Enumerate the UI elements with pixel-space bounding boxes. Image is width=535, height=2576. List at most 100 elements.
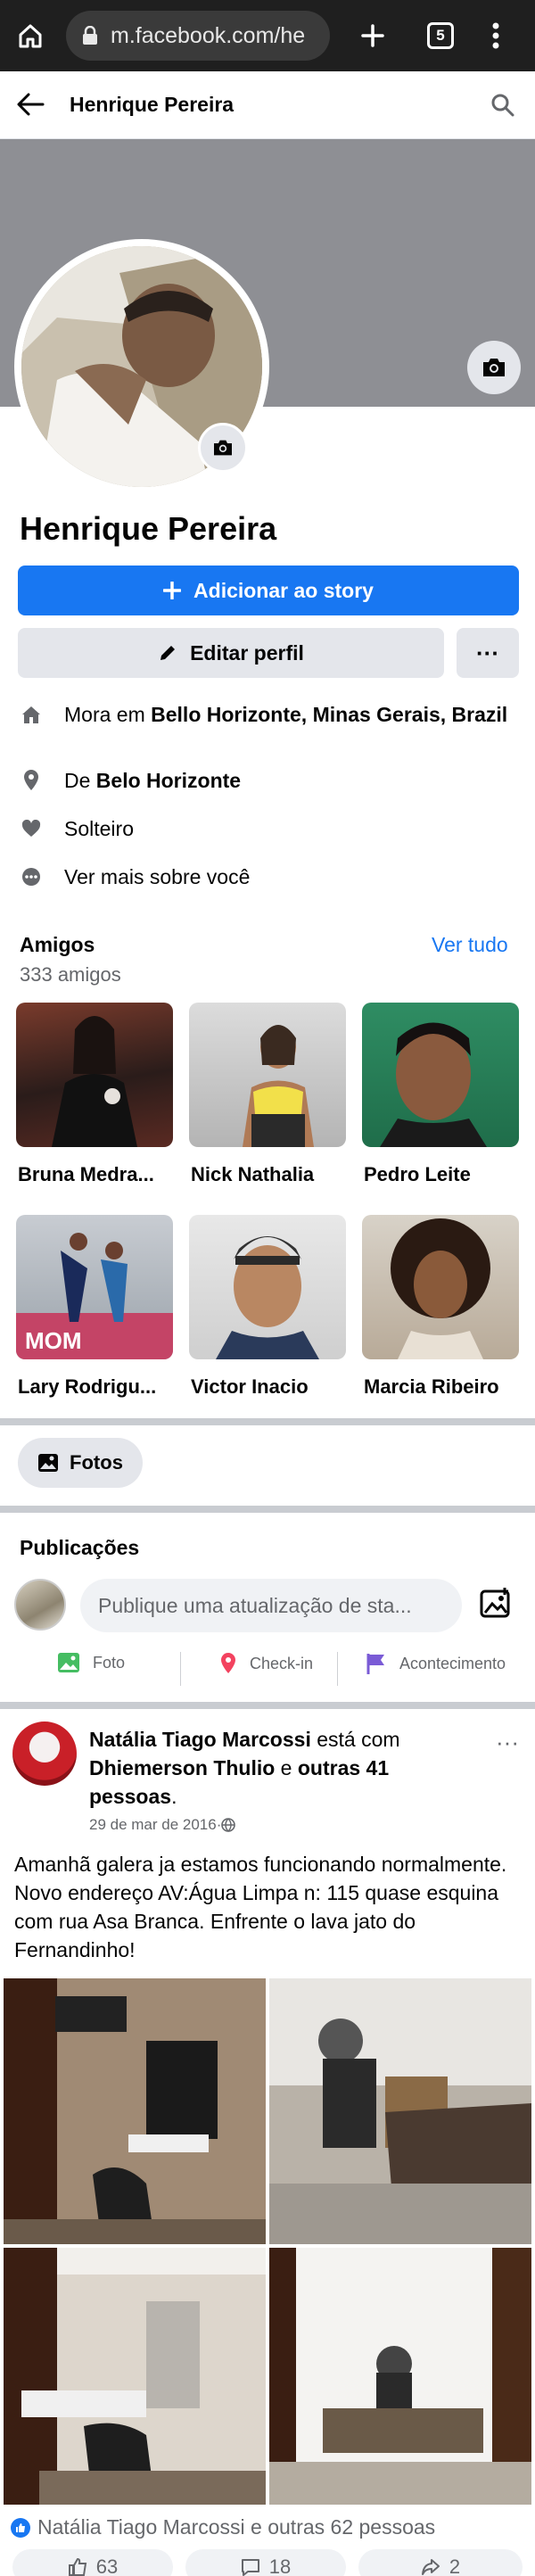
relationship-text: Solteiro — [64, 817, 134, 840]
info-see-more[interactable]: Ver mais sobre você — [20, 863, 519, 890]
like-count: 63 — [95, 2555, 119, 2576]
friend-photo[interactable]: MOM — [16, 1215, 173, 1359]
post-image[interactable] — [4, 1978, 266, 2244]
url-bar[interactable]: m.facebook.com/he — [66, 11, 330, 61]
checkin-action-label: Check-in — [250, 1654, 314, 1672]
friend-photo[interactable] — [189, 1215, 346, 1359]
reactions-text: Natália Tiago Marcossi e outras 62 pesso… — [37, 2515, 436, 2539]
action-separator — [337, 1652, 338, 1686]
location-pin-icon — [219, 1652, 237, 1675]
pencil-icon — [158, 643, 177, 663]
search-icon[interactable] — [490, 93, 515, 118]
friend-name[interactable]: Nick Nathalia — [191, 1163, 353, 1186]
action-separator — [180, 1652, 181, 1686]
browser-toolbar: m.facebook.com/he 5 — [0, 0, 535, 71]
post-image[interactable] — [269, 1978, 531, 2244]
composer-avatar — [14, 1579, 66, 1631]
post-more-button[interactable]: ··· — [496, 1729, 519, 1756]
share-icon — [421, 2557, 440, 2576]
post-and-text: e — [275, 1756, 298, 1779]
lives-in-text: Mora em Bello Horizonte, Minas Gerais, B… — [64, 701, 507, 728]
photos-button[interactable]: Fotos — [18, 1438, 143, 1488]
back-arrow-icon[interactable] — [16, 91, 45, 118]
location-pin-icon — [20, 767, 43, 794]
new-tab-icon[interactable] — [355, 18, 391, 54]
section-divider — [0, 1418, 535, 1425]
flag-icon — [366, 1652, 387, 1675]
edit-profile-label: Editar perfil — [190, 640, 304, 665]
post-author-avatar[interactable] — [12, 1721, 77, 1786]
friend-photo[interactable] — [16, 1003, 173, 1147]
share-count: 2 — [449, 2555, 461, 2576]
lock-icon — [82, 26, 98, 45]
add-photo-icon[interactable] — [478, 1586, 514, 1622]
lives-prefix: Mora em — [64, 703, 152, 726]
like-button[interactable]: 63 — [12, 2549, 173, 2576]
header-title: Henrique Pereira — [70, 93, 235, 116]
more-dots-icon — [20, 863, 43, 890]
checkin-action[interactable]: Check-in — [219, 1652, 313, 1675]
plus-icon — [163, 582, 182, 599]
menu-kebab-icon[interactable] — [478, 18, 514, 54]
edit-profile-button[interactable]: Editar perfil — [18, 628, 444, 678]
section-divider — [0, 1702, 535, 1709]
friend-photo[interactable] — [362, 1003, 519, 1147]
comment-count: 18 — [268, 2555, 292, 2576]
photo-action-label: Foto — [93, 1653, 126, 1672]
friend-name[interactable]: Bruna Medra... — [18, 1163, 180, 1186]
profile-name: Henrique Pereira — [20, 510, 277, 547]
post-header: Natália Tiago Marcossi está com Dhiemers… — [89, 1725, 482, 1811]
avatar-camera-button[interactable] — [198, 423, 248, 473]
more-options-button[interactable]: ··· — [457, 628, 519, 678]
reactions-summary[interactable]: Natália Tiago Marcossi e outras 62 pesso… — [11, 2515, 435, 2539]
comment-button[interactable]: 18 — [185, 2549, 346, 2576]
add-story-label: Adicionar ao story — [193, 578, 374, 602]
share-button[interactable]: 2 — [358, 2549, 523, 2576]
post-date[interactable]: 29 de mar de 2016 — [89, 1816, 217, 1834]
home-icon[interactable] — [12, 18, 48, 54]
posts-title: Publicações — [20, 1536, 140, 1559]
camera-icon — [212, 439, 234, 457]
info-relationship: Solteiro — [20, 815, 519, 842]
see-more-text: Ver mais sobre você — [64, 865, 251, 888]
from-prefix: De — [64, 769, 96, 792]
friend-name[interactable]: Victor Inacio — [191, 1375, 353, 1399]
see-all-friends-link[interactable]: Ver tudo — [432, 933, 508, 957]
like-reaction-icon — [11, 2517, 30, 2538]
info-lives-in: Mora em Bello Horizonte, Minas Gerais, B… — [20, 701, 519, 728]
cover-camera-button[interactable] — [467, 341, 521, 394]
friend-name[interactable]: Pedro Leite — [364, 1163, 526, 1186]
status-composer-input[interactable]: Publique uma atualização de sta... — [80, 1579, 462, 1632]
url-text: m.facebook.com/he — [111, 22, 306, 48]
house-icon — [20, 701, 43, 728]
from-city[interactable]: Belo Horizonte — [96, 769, 241, 792]
lives-city[interactable]: Bello Horizonte, Minas Gerais, Brazil — [151, 703, 507, 726]
friends-title: Amigos — [20, 933, 95, 956]
friend-photo[interactable] — [189, 1003, 346, 1147]
post-image[interactable] — [4, 2248, 266, 2505]
add-story-button[interactable]: Adicionar ao story — [18, 566, 519, 615]
friends-count: 333 amigos — [20, 963, 121, 986]
post-author[interactable]: Natália Tiago Marcossi — [89, 1728, 311, 1751]
heart-icon — [20, 815, 43, 842]
tab-count: 5 — [427, 22, 454, 49]
friend-photo[interactable] — [362, 1215, 519, 1359]
photos-label: Fotos — [70, 1451, 123, 1474]
post-image[interactable] — [269, 2248, 531, 2505]
photo-action[interactable]: Foto — [57, 1652, 125, 1673]
page-header: Henrique Pereira — [0, 71, 535, 139]
photos-icon — [37, 1453, 59, 1473]
photo-icon — [57, 1652, 80, 1673]
from-text: De Belo Horizonte — [64, 767, 241, 794]
life-event-action[interactable]: Acontecimento — [366, 1652, 506, 1675]
globe-icon — [221, 1818, 236, 1832]
post-meta: 29 de mar de 2016 · — [89, 1816, 236, 1834]
post-tagged-user[interactable]: Dhiemerson Thulio — [89, 1756, 275, 1779]
friend-photo-text: MOM — [25, 1327, 82, 1354]
tabs-button[interactable]: 5 — [423, 18, 458, 54]
life-event-action-label: Acontecimento — [399, 1654, 506, 1672]
info-from: De Belo Horizonte — [20, 767, 519, 794]
friend-name[interactable]: Marcia Ribeiro — [364, 1375, 526, 1399]
friend-name[interactable]: Lary Rodrigu... — [18, 1375, 180, 1399]
thumbs-up-icon — [68, 2557, 87, 2576]
